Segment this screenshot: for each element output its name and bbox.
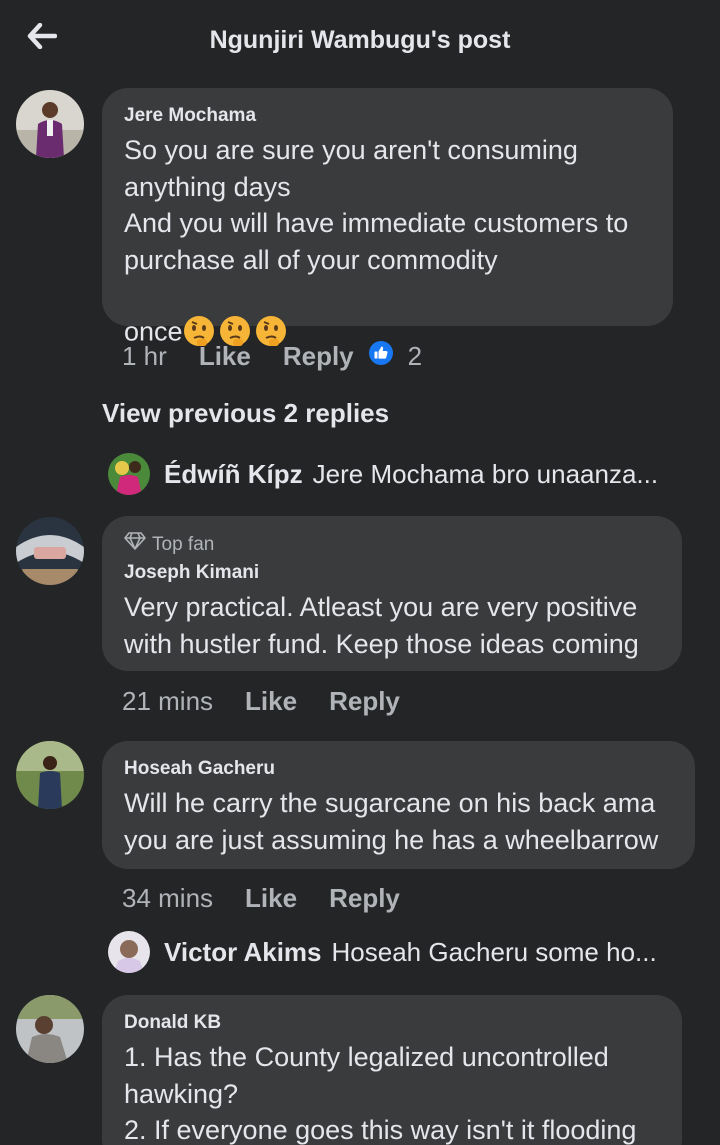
reply-author: Édwíñ Kípz <box>164 458 303 489</box>
comment-time[interactable]: 1 hr <box>122 341 167 372</box>
reply-text: Jere Mochama bro unaanza... <box>312 458 659 489</box>
page-title: Ngunjiri Wambugu's post <box>209 26 511 54</box>
like-button[interactable]: Like <box>199 341 251 372</box>
reaction-count[interactable]: 2 <box>368 340 422 373</box>
diamond-icon <box>124 532 146 557</box>
comment-author[interactable]: Hoseah Gacheru <box>124 757 673 781</box>
avatar <box>108 453 150 495</box>
avatar[interactable] <box>16 741 84 809</box>
comment-bubble: Top fan Joseph Kimani Very practical. At… <box>102 516 682 671</box>
comment-bubble: Jere Mochama So you are sure you aren't … <box>102 88 673 347</box>
avatar[interactable] <box>16 90 84 158</box>
reply-preview[interactable]: Victor Akims Hoseah Gacheru some ho... <box>108 931 657 973</box>
comment-time[interactable]: 21 mins <box>122 686 213 717</box>
reply-button[interactable]: Reply <box>329 686 400 717</box>
comment-bubble: Donald KB 1. Has the County legalized un… <box>102 995 682 1145</box>
comment-author[interactable]: Donald KB <box>124 1011 660 1035</box>
like-button[interactable]: Like <box>245 883 297 914</box>
top-fan-badge: Top fan <box>124 532 660 557</box>
reply-button[interactable]: Reply <box>283 341 354 372</box>
reply-preview[interactable]: Édwíñ Kípz Jere Mochama bro unaanza... <box>108 453 658 495</box>
comment-bubble: Hoseah Gacheru Will he carry the sugarca… <box>102 741 695 869</box>
reply-text: Hoseah Gacheru some ho... <box>331 936 657 967</box>
comment-author[interactable]: Joseph Kimani <box>124 561 660 585</box>
like-button[interactable]: Like <box>245 686 297 717</box>
comment-text: Will he carry the sugarcane on his back … <box>124 788 659 855</box>
comment-text: So you are sure you aren't consuming any… <box>124 132 651 356</box>
avatar[interactable] <box>16 995 84 1063</box>
avatar[interactable] <box>16 517 84 585</box>
comment-actions: 21 mins Like Reply <box>122 686 432 717</box>
top-fan-label: Top fan <box>152 533 215 555</box>
post-header: Ngunjiri Wambugu's post <box>0 0 720 84</box>
comment-text: 1. Has the County legalized uncontrolled… <box>124 1042 637 1145</box>
view-previous-replies-link[interactable]: View previous 2 replies <box>102 398 389 429</box>
like-reaction-icon <box>368 340 394 373</box>
comment-text: Very practical. Atleast you are very pos… <box>124 592 639 659</box>
reply-author: Victor Akims <box>164 936 322 967</box>
comment-time[interactable]: 34 mins <box>122 883 213 914</box>
avatar <box>108 931 150 973</box>
reply-button[interactable]: Reply <box>329 883 400 914</box>
comment-actions: 1 hr Like Reply 2 <box>122 340 422 373</box>
comment-actions: 34 mins Like Reply <box>122 883 432 914</box>
comment-author[interactable]: Jere Mochama <box>124 104 651 128</box>
reaction-count-number: 2 <box>407 341 423 371</box>
